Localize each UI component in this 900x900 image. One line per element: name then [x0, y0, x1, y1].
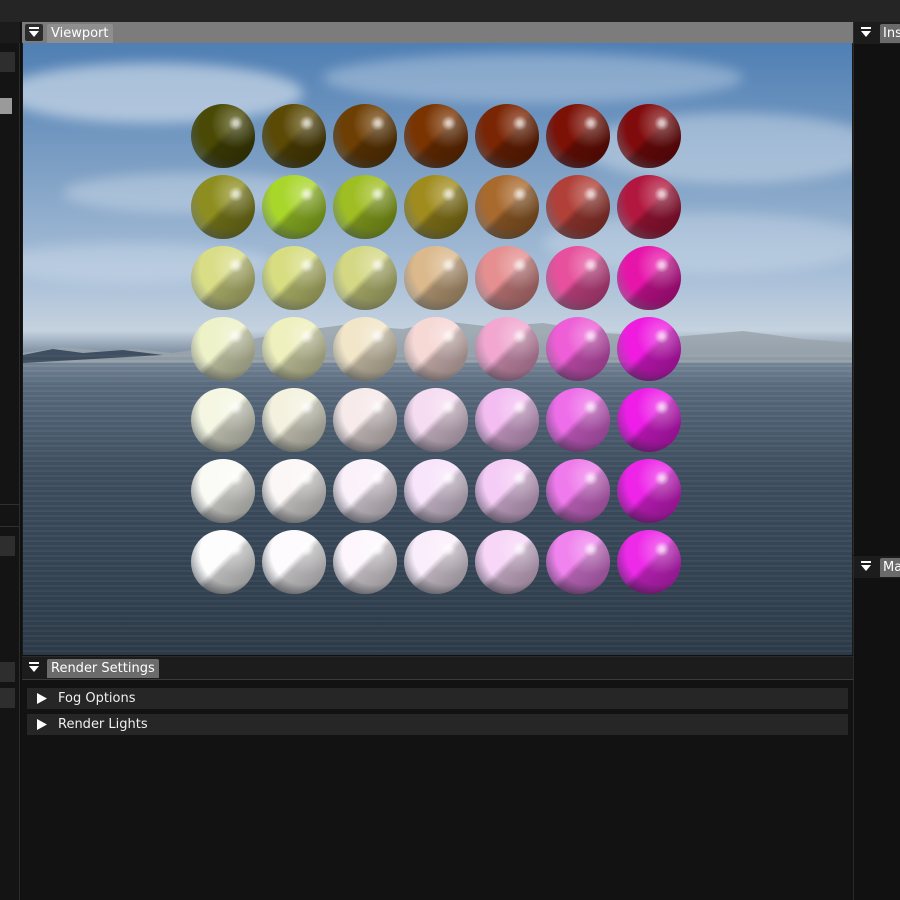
viewport-scene[interactable]: [23, 43, 852, 655]
material-sphere[interactable]: [262, 388, 326, 452]
panel-menu-button[interactable]: [857, 24, 875, 41]
material-sphere[interactable]: [617, 246, 681, 310]
dropdown-arrow-icon: [29, 662, 39, 672]
material-sphere[interactable]: [404, 175, 468, 239]
material-sphere[interactable]: [191, 388, 255, 452]
tab-viewport[interactable]: Viewport: [47, 24, 113, 43]
material-sphere[interactable]: [475, 530, 539, 594]
material-sphere[interactable]: [404, 459, 468, 523]
material-sphere[interactable]: [191, 317, 255, 381]
render-settings-panel: Render Settings Fog Options Render Light…: [22, 656, 853, 900]
left-panel-divider: [0, 504, 20, 505]
material-sphere[interactable]: [262, 246, 326, 310]
material-sphere[interactable]: [191, 530, 255, 594]
material-sphere[interactable]: [404, 530, 468, 594]
material-sphere[interactable]: [262, 175, 326, 239]
material-sphere[interactable]: [617, 175, 681, 239]
material-sphere[interactable]: [617, 530, 681, 594]
material-sphere[interactable]: [617, 459, 681, 523]
dropdown-arrow-icon: [861, 561, 871, 571]
left-panel-row[interactable]: [0, 662, 15, 682]
dropdown-arrow-icon: [861, 27, 871, 37]
material-sphere[interactable]: [475, 317, 539, 381]
material-sphere[interactable]: [191, 175, 255, 239]
material-sphere[interactable]: [262, 104, 326, 168]
menu-bar: [0, 0, 900, 22]
viewport-panel: Viewport: [22, 22, 853, 655]
material-sphere[interactable]: [546, 317, 610, 381]
material-sphere[interactable]: [404, 246, 468, 310]
material-sphere[interactable]: [333, 175, 397, 239]
material-sphere[interactable]: [617, 388, 681, 452]
expand-triangle-icon: [37, 719, 47, 730]
material-sphere[interactable]: [191, 104, 255, 168]
material-sphere[interactable]: [333, 530, 397, 594]
material-sphere[interactable]: [333, 246, 397, 310]
material-sphere[interactable]: [262, 459, 326, 523]
inspector-tab-bar: Ins: [854, 22, 900, 44]
inspector-panel: Ins: [853, 22, 900, 555]
tab-material[interactable]: Ma: [880, 558, 900, 577]
material-tab-bar: Ma: [854, 556, 900, 578]
material-sphere[interactable]: [333, 104, 397, 168]
render-lights-header[interactable]: Render Lights: [27, 714, 848, 735]
material-sphere[interactable]: [191, 459, 255, 523]
material-panel: Ma: [853, 556, 900, 900]
panel-menu-button[interactable]: [25, 659, 43, 676]
tab-inspector[interactable]: Ins: [880, 24, 900, 43]
material-sphere[interactable]: [404, 388, 468, 452]
tab-render-settings[interactable]: Render Settings: [47, 659, 159, 678]
material-sphere[interactable]: [262, 530, 326, 594]
left-panel-divider: [0, 526, 20, 527]
left-panel: [0, 22, 20, 900]
render-settings-tab-bar: Render Settings: [22, 657, 853, 680]
material-sphere[interactable]: [617, 317, 681, 381]
material-sphere[interactable]: [475, 104, 539, 168]
material-sphere[interactable]: [404, 104, 468, 168]
left-panel-row[interactable]: [0, 536, 15, 556]
viewport-tab-bar: Viewport: [22, 22, 853, 43]
panel-menu-button[interactable]: [25, 24, 43, 41]
material-sphere[interactable]: [546, 459, 610, 523]
material-sphere[interactable]: [333, 388, 397, 452]
material-sphere[interactable]: [191, 246, 255, 310]
material-sphere[interactable]: [617, 104, 681, 168]
material-sphere[interactable]: [404, 317, 468, 381]
expand-triangle-icon: [37, 693, 47, 704]
fog-options-header[interactable]: Fog Options: [27, 688, 848, 709]
material-sphere[interactable]: [546, 388, 610, 452]
material-sphere[interactable]: [546, 104, 610, 168]
left-panel-row[interactable]: [0, 688, 15, 708]
dropdown-arrow-icon: [29, 27, 39, 37]
left-panel-row[interactable]: [0, 52, 15, 72]
fog-options-label: Fog Options: [58, 691, 136, 706]
material-sphere[interactable]: [546, 246, 610, 310]
panel-menu-button[interactable]: [857, 558, 875, 575]
render-lights-label: Render Lights: [58, 717, 148, 732]
material-sphere[interactable]: [262, 317, 326, 381]
material-sphere[interactable]: [333, 317, 397, 381]
left-panel-tab[interactable]: [0, 22, 20, 43]
material-sphere[interactable]: [475, 175, 539, 239]
left-panel-scrollbar[interactable]: [0, 98, 12, 114]
material-sphere[interactable]: [546, 175, 610, 239]
material-sphere[interactable]: [475, 246, 539, 310]
material-sphere[interactable]: [546, 530, 610, 594]
material-sphere[interactable]: [333, 459, 397, 523]
editor-window: Viewport Render Settings Fog Options Ren…: [0, 0, 900, 900]
material-sphere[interactable]: [475, 459, 539, 523]
material-sphere[interactable]: [475, 388, 539, 452]
